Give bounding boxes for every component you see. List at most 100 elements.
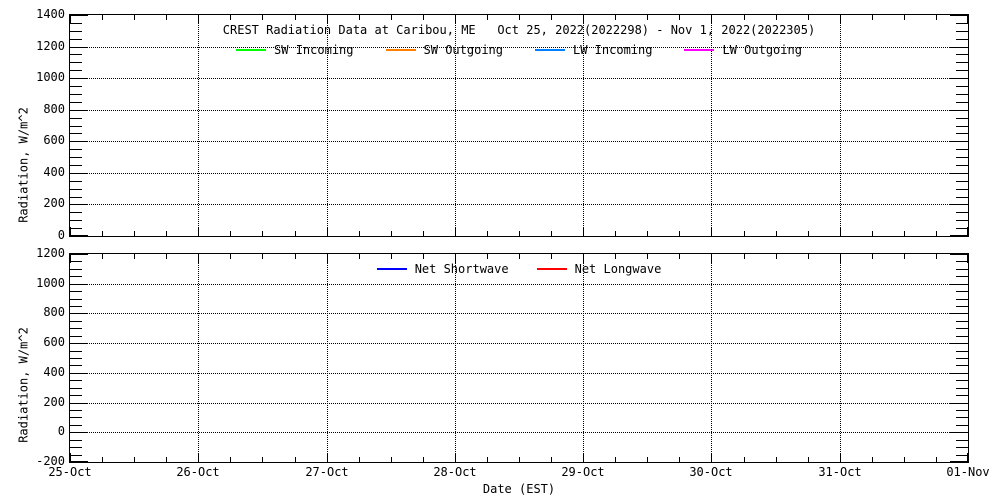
x-major-tick xyxy=(70,227,71,236)
y-gridline xyxy=(70,141,968,142)
y-gridline xyxy=(70,313,968,314)
x-tick-label: 25-Oct xyxy=(48,465,92,479)
y-minor-tick xyxy=(70,410,82,411)
y-minor-tick xyxy=(956,351,968,352)
x-minor-tick xyxy=(744,15,745,20)
legend-label-net-longwave: Net Longwave xyxy=(574,262,662,276)
y-minor-tick xyxy=(956,410,968,411)
legend-item-lw-incoming: LW Incoming xyxy=(535,43,652,57)
x-minor-tick xyxy=(744,254,745,259)
x-minor-tick xyxy=(551,457,552,462)
bottom-plot-axes: Net Shortwave Net Longwave xyxy=(69,253,969,463)
x-minor-tick xyxy=(936,15,937,20)
y-minor-tick xyxy=(956,54,968,55)
x-minor-tick xyxy=(166,254,167,259)
y-gridline xyxy=(70,343,968,344)
x-minor-tick xyxy=(423,254,424,259)
x-minor-tick xyxy=(679,15,680,20)
x-minor-tick xyxy=(776,457,777,462)
x-minor-tick xyxy=(904,254,905,259)
y-minor-tick xyxy=(956,365,968,366)
y-gridline xyxy=(70,110,968,111)
y-minor-tick xyxy=(956,126,968,127)
y-tick-label: 600 xyxy=(43,133,65,147)
x-tick-label: 01-Nov xyxy=(946,465,990,479)
y-minor-tick xyxy=(70,212,82,213)
y-minor-tick xyxy=(70,126,82,127)
x-minor-tick xyxy=(391,15,392,20)
x-minor-tick xyxy=(551,231,552,236)
y-minor-tick xyxy=(956,291,968,292)
x-minor-tick xyxy=(423,457,424,462)
x-minor-tick xyxy=(134,231,135,236)
x-minor-tick xyxy=(102,254,103,259)
x-major-tick xyxy=(967,15,968,24)
y-major-tick xyxy=(950,235,968,236)
x-minor-tick xyxy=(808,457,809,462)
chart-title: CREST Radiation Data at Caribou, ME Oct … xyxy=(222,23,816,37)
x-minor-tick xyxy=(615,254,616,259)
x-minor-tick xyxy=(359,457,360,462)
y-minor-tick xyxy=(70,336,82,337)
y-minor-tick xyxy=(70,365,82,366)
y-minor-tick xyxy=(70,181,82,182)
y-minor-tick xyxy=(956,189,968,190)
x-minor-tick xyxy=(776,231,777,236)
y-minor-tick xyxy=(956,328,968,329)
y-tick-label: 200 xyxy=(43,395,65,409)
y-minor-tick xyxy=(70,395,82,396)
x-minor-tick xyxy=(423,15,424,20)
y-major-tick xyxy=(70,254,88,255)
x-minor-tick xyxy=(359,231,360,236)
x-minor-tick xyxy=(487,457,488,462)
y-tick-label: 1000 xyxy=(36,70,65,84)
x-gridline xyxy=(455,254,456,462)
y-minor-tick xyxy=(956,212,968,213)
y-minor-tick xyxy=(956,118,968,119)
y-minor-tick xyxy=(70,306,82,307)
x-minor-tick xyxy=(647,231,648,236)
y-minor-tick xyxy=(70,321,82,322)
x-minor-tick xyxy=(134,457,135,462)
legend-label-sw-incoming: SW Incoming xyxy=(274,43,354,57)
x-minor-tick xyxy=(615,457,616,462)
x-major-tick xyxy=(70,453,71,462)
y-minor-tick xyxy=(70,133,82,134)
x-minor-tick xyxy=(134,254,135,259)
x-gridline xyxy=(711,254,712,462)
y-minor-tick xyxy=(70,228,82,229)
y-minor-tick xyxy=(70,291,82,292)
y-minor-tick xyxy=(70,189,82,190)
x-minor-tick xyxy=(519,254,520,259)
y-minor-tick xyxy=(70,54,82,55)
y-minor-tick xyxy=(70,102,82,103)
y-tick-label: 800 xyxy=(43,305,65,319)
x-minor-tick xyxy=(776,254,777,259)
legend-label-lw-incoming: LW Incoming xyxy=(573,43,653,57)
x-minor-tick xyxy=(551,254,552,259)
x-minor-tick xyxy=(647,15,648,20)
x-major-tick xyxy=(967,254,968,263)
y-gridline xyxy=(70,403,968,404)
x-minor-tick xyxy=(872,231,873,236)
x-minor-tick xyxy=(551,15,552,20)
x-minor-tick xyxy=(423,231,424,236)
x-minor-tick xyxy=(230,15,231,20)
y-minor-tick xyxy=(956,425,968,426)
y-minor-tick xyxy=(956,149,968,150)
x-tick-label: 29-Oct xyxy=(561,465,605,479)
x-minor-tick xyxy=(166,457,167,462)
x-minor-tick xyxy=(647,254,648,259)
x-minor-tick xyxy=(936,231,937,236)
y-minor-tick xyxy=(956,299,968,300)
y-major-tick xyxy=(70,15,88,16)
legend-color-line-sw-outgoing xyxy=(385,49,416,51)
y-minor-tick xyxy=(956,197,968,198)
y-tick-label: 600 xyxy=(43,335,65,349)
x-tick-label: 27-Oct xyxy=(305,465,349,479)
y-tick-label: 400 xyxy=(43,365,65,379)
y-minor-tick xyxy=(70,388,82,389)
y-minor-tick xyxy=(956,165,968,166)
legend-color-line-sw-incoming xyxy=(236,49,267,51)
y-gridline xyxy=(70,373,968,374)
